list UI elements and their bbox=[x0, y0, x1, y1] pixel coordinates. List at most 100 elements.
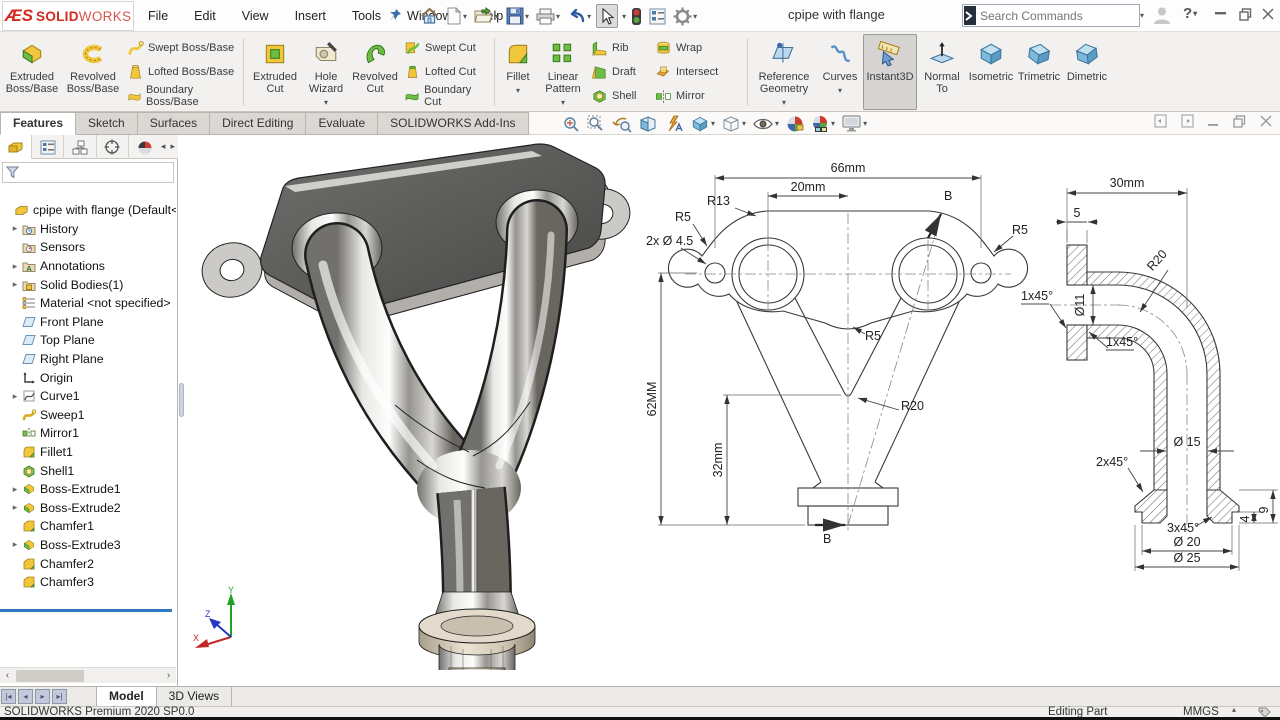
help-button[interactable]: ? ▾ bbox=[1183, 5, 1197, 22]
dim-r20-section[interactable]: R20 bbox=[1144, 247, 1170, 273]
display-style-button[interactable]: ▾ bbox=[722, 115, 746, 133]
scrollbar-thumb[interactable] bbox=[16, 670, 84, 682]
save-caret[interactable]: ▾ bbox=[525, 12, 529, 21]
scroll-right-arrow[interactable]: › bbox=[161, 670, 176, 681]
display-style-caret[interactable]: ▾ bbox=[742, 119, 746, 128]
pin-menu-icon[interactable] bbox=[388, 8, 404, 24]
linear-pattern-button[interactable]: Linear Pattern ▾ bbox=[538, 34, 588, 110]
settings-caret[interactable]: ▾ bbox=[693, 12, 697, 21]
lofted-cut-button[interactable]: Lofted Cut bbox=[401, 61, 491, 83]
zoom-to-fit-button[interactable] bbox=[562, 115, 580, 133]
dim-32mm[interactable]: 32mm bbox=[711, 443, 725, 478]
tree-item-sensors[interactable]: Sensors bbox=[0, 238, 176, 257]
mirror-button[interactable]: Mirror bbox=[652, 85, 744, 107]
tree-filter-input[interactable] bbox=[23, 166, 173, 179]
menu-tools[interactable]: Tools bbox=[352, 9, 381, 23]
tree-item-curve1[interactable]: ▸ Curve1 bbox=[0, 387, 176, 406]
dim-r20[interactable]: R20 bbox=[901, 399, 924, 413]
tab-evaluate[interactable]: Evaluate bbox=[306, 112, 379, 135]
save-button[interactable]: ▾ bbox=[504, 4, 531, 28]
swept-boss-button[interactable]: Swept Boss/Base bbox=[124, 37, 240, 59]
curves-button[interactable]: Curves ▾ bbox=[817, 34, 863, 110]
panel-splitter-handle[interactable] bbox=[179, 383, 184, 417]
tree-item-top-plane[interactable]: Top Plane bbox=[0, 331, 176, 350]
menu-edit[interactable]: Edit bbox=[194, 9, 216, 23]
panel-tab-scroll[interactable]: ◂ ▸ bbox=[161, 135, 178, 158]
tree-item-mirror1[interactable]: Mirror1 bbox=[0, 424, 176, 443]
help-caret[interactable]: ▾ bbox=[1193, 9, 1197, 18]
expand-arrow-icon[interactable]: ▸ bbox=[8, 484, 22, 495]
intersect-button[interactable]: Intersect bbox=[652, 61, 744, 83]
new-caret[interactable]: ▾ bbox=[463, 12, 467, 21]
dimetric-button[interactable]: Dimetric bbox=[1063, 34, 1111, 110]
dim-20mm[interactable]: 20mm bbox=[791, 180, 826, 194]
tree-item-annotations[interactable]: ▸ A Annotations bbox=[0, 257, 176, 276]
zoom-to-area-button[interactable] bbox=[587, 115, 605, 133]
dim-r5-mid[interactable]: R5 bbox=[865, 329, 881, 343]
extruded-boss-button[interactable]: Extruded Boss/Base bbox=[2, 34, 62, 110]
dim-d25[interactable]: Ø 25 bbox=[1173, 551, 1200, 565]
menu-insert[interactable]: Insert bbox=[295, 9, 326, 23]
tree-item-boss-extrude1[interactable]: ▸ Boss-Extrude1 bbox=[0, 480, 176, 499]
menu-view[interactable]: View bbox=[242, 9, 269, 23]
isometric-button[interactable]: Isometric bbox=[967, 34, 1015, 110]
tab-solidworks-add-ins[interactable]: SOLIDWORKS Add-Ins bbox=[378, 112, 529, 135]
revolved-boss-button[interactable]: Revolved Boss/Base bbox=[62, 34, 124, 110]
panel-tab-scroll-left[interactable]: ◂ bbox=[161, 141, 166, 152]
view-orientation-button[interactable]: ▾ bbox=[691, 115, 715, 133]
open-caret[interactable]: ▾ bbox=[495, 12, 499, 21]
view-settings-button[interactable]: ▾ bbox=[842, 115, 867, 132]
dim-62mm[interactable]: 62MM bbox=[645, 382, 659, 417]
tree-item-right-plane[interactable]: Right Plane bbox=[0, 350, 176, 369]
boundary-boss-button[interactable]: Boundary Boss/Base bbox=[124, 84, 240, 108]
tab-nav-next[interactable]: ▸ bbox=[35, 689, 50, 704]
tab-features[interactable]: Features bbox=[0, 112, 77, 135]
status-units[interactable]: MMGS bbox=[1183, 706, 1219, 718]
tree-item-sweep1[interactable]: Sweep1 bbox=[0, 406, 176, 425]
shell-button[interactable]: Shell bbox=[588, 85, 652, 107]
fillet-button[interactable]: Fillet ▾ bbox=[498, 34, 538, 110]
swept-cut-button[interactable]: Swept Cut bbox=[401, 37, 491, 59]
trimetric-button[interactable]: Trimetric bbox=[1015, 34, 1063, 110]
rebuild-button[interactable] bbox=[629, 4, 644, 28]
minimize-button[interactable] bbox=[1215, 12, 1227, 16]
fillet-caret[interactable]: ▾ bbox=[516, 85, 520, 97]
dim-3x45[interactable]: 3x45° bbox=[1167, 521, 1199, 535]
scroll-left-arrow[interactable]: ‹ bbox=[0, 670, 15, 681]
dim-d15[interactable]: Ø 15 bbox=[1173, 435, 1200, 449]
new-document-button[interactable]: ▾ bbox=[444, 4, 469, 28]
panel-horizontal-scrollbar[interactable]: ‹ › bbox=[0, 667, 176, 683]
displaymanager-tab[interactable] bbox=[129, 135, 161, 159]
tab-nav-last[interactable]: ▸| bbox=[52, 689, 67, 704]
apply-scene-caret[interactable]: ▾ bbox=[831, 119, 835, 128]
dim-r13[interactable]: R13 bbox=[707, 194, 730, 208]
tree-item-origin[interactable]: Origin bbox=[0, 368, 176, 387]
print-caret[interactable]: ▾ bbox=[556, 12, 560, 21]
dim-9[interactable]: 9 bbox=[1257, 506, 1271, 513]
menu-file[interactable]: File bbox=[148, 9, 168, 23]
hole-wizard-caret[interactable]: ▾ bbox=[324, 97, 328, 109]
wrap-button[interactable]: Wrap bbox=[652, 37, 744, 59]
doc-close-icon[interactable] bbox=[1260, 115, 1272, 127]
dimxpertmanager-tab[interactable] bbox=[97, 135, 129, 159]
print-button[interactable]: ▾ bbox=[534, 4, 562, 28]
tab-sketch[interactable]: Sketch bbox=[76, 112, 138, 135]
doc-minimize-icon[interactable] bbox=[1208, 116, 1219, 126]
dim-1x45-inner[interactable]: 1x45° bbox=[1106, 335, 1138, 349]
tree-root[interactable]: cpipe with flange (Default<<De bbox=[0, 201, 176, 220]
curves-caret[interactable]: ▾ bbox=[838, 85, 842, 97]
featuremanager-tab[interactable] bbox=[0, 135, 33, 159]
boundary-cut-button[interactable]: Boundary Cut bbox=[401, 84, 491, 108]
propertymanager-tab[interactable] bbox=[32, 135, 65, 159]
login-button[interactable] bbox=[1152, 5, 1172, 25]
section-label-b-top[interactable]: B bbox=[944, 189, 952, 203]
lofted-boss-button[interactable]: Lofted Boss/Base bbox=[124, 61, 240, 83]
tree-item-solid-bodies[interactable]: ▸ Solid Bodies(1) bbox=[0, 275, 176, 294]
tree-item-boss-extrude3[interactable]: ▸ Boss-Extrude3 bbox=[0, 536, 176, 555]
tab-nav-prev[interactable]: ◂ bbox=[18, 689, 33, 704]
hole-wizard-button[interactable]: Hole Wizard ▾ bbox=[303, 34, 349, 110]
home-button[interactable] bbox=[418, 4, 441, 28]
options-list-button[interactable] bbox=[647, 4, 668, 28]
search-commands-box[interactable]: ▾ bbox=[962, 4, 1144, 27]
doc-restore-icon[interactable] bbox=[1233, 114, 1246, 128]
